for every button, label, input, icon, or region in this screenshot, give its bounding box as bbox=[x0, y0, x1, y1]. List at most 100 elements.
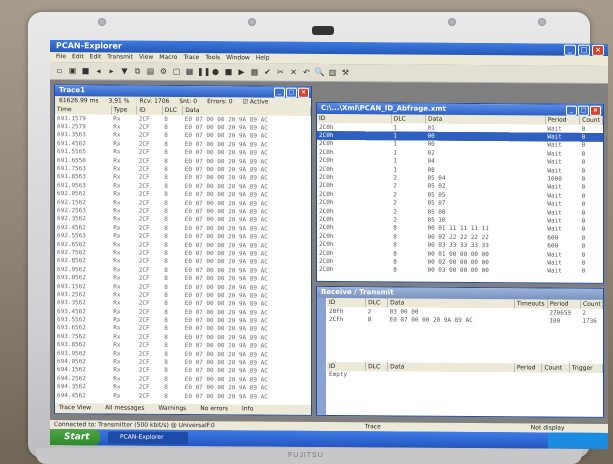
xmt-cell-count: 0 bbox=[579, 133, 603, 142]
column-header[interactable]: DLC bbox=[391, 114, 426, 124]
window-icon[interactable]: ▢ bbox=[171, 66, 182, 77]
xmt-cell-id: 2C0h bbox=[319, 241, 334, 249]
xmt-cell-id: 2C0h bbox=[319, 140, 334, 148]
menu-item[interactable]: Tools bbox=[205, 53, 220, 63]
table-row[interactable]: Empty bbox=[327, 371, 603, 381]
column-header[interactable]: Count bbox=[579, 115, 603, 125]
delete-icon[interactable]: ✕ bbox=[288, 67, 299, 78]
save-icon[interactable]: ■ bbox=[80, 65, 91, 76]
connect-icon[interactable]: ⚙ bbox=[158, 66, 169, 77]
menu-item[interactable]: Help bbox=[256, 53, 270, 63]
settings-icon[interactable]: ⚒ bbox=[340, 67, 351, 78]
xmt-cell-dlc: 2 bbox=[393, 208, 397, 216]
trace-cell-time: 692.9562 bbox=[57, 265, 86, 274]
trace-cell-time: 693.3562 bbox=[57, 299, 86, 307]
new-file-icon[interactable]: ▫ bbox=[54, 65, 65, 76]
system-tray bbox=[548, 432, 608, 449]
find-icon[interactable]: 🔍 bbox=[314, 67, 325, 78]
menu-item[interactable]: Window bbox=[226, 53, 250, 63]
xmt-cell-count: 0 bbox=[581, 200, 586, 208]
column-header[interactable]: Type bbox=[111, 105, 137, 115]
trace-tab[interactable]: All messages bbox=[105, 403, 144, 413]
column-header[interactable]: Period bbox=[547, 299, 581, 309]
menu-item[interactable]: Macro bbox=[159, 53, 177, 63]
column-header[interactable]: ID bbox=[136, 105, 163, 115]
close-icon[interactable]: × bbox=[590, 105, 601, 116]
trace-cell-id: 2CF bbox=[138, 375, 150, 383]
column-header[interactable]: Timeouts bbox=[514, 299, 548, 309]
column-header[interactable]: DLC bbox=[162, 105, 183, 115]
xmt-cell-dlc: 1 bbox=[393, 166, 397, 174]
column-header[interactable]: Count bbox=[541, 363, 570, 373]
column-header[interactable]: Period bbox=[514, 363, 542, 373]
xmt-cell-dlc: 1 bbox=[393, 140, 397, 148]
open-folder-icon[interactable]: ▣ bbox=[67, 65, 78, 76]
xmt-cell-count: 0 bbox=[581, 217, 586, 225]
menu-item[interactable]: Trace bbox=[183, 53, 199, 63]
taskbar-item-pcan[interactable]: PCAN-Explorer bbox=[108, 431, 188, 445]
xmt-cell-id: 2C0h bbox=[319, 165, 334, 173]
column-header[interactable]: Time bbox=[55, 105, 112, 115]
trace-cell-type: Rx bbox=[113, 215, 121, 223]
active-checkbox[interactable]: ☑ Active bbox=[243, 97, 269, 106]
trace-cell-dlc: 8 bbox=[164, 358, 168, 366]
menu-item[interactable]: Transmit bbox=[107, 52, 133, 62]
rx-cell-timeouts bbox=[514, 317, 547, 326]
minimize-icon[interactable]: _ bbox=[274, 87, 285, 98]
filter-icon[interactable]: ▼ bbox=[119, 66, 130, 77]
menu-item[interactable]: View bbox=[139, 53, 153, 63]
maximize-icon[interactable]: □ bbox=[578, 105, 589, 116]
chart-icon[interactable]: ▥ bbox=[327, 67, 338, 78]
trace-cell-time: 694.2562 bbox=[57, 374, 86, 383]
column-header[interactable]: ID bbox=[327, 361, 366, 372]
trace-tab[interactable]: Warnings bbox=[159, 404, 187, 414]
column-header[interactable]: DLC bbox=[365, 362, 388, 372]
trace-cell-dlc: 8 bbox=[164, 342, 168, 350]
rx-content: ID DLC Data Timeouts Period Count 2BFh 2 03 00 … bbox=[327, 297, 603, 381]
cut-icon[interactable]: ✂ bbox=[275, 67, 286, 78]
menu-item[interactable]: Edit bbox=[90, 52, 102, 62]
trace-table: Time Type ID DLC Data 691.1579 Rx 2CF 8 E0 07 00… bbox=[55, 105, 311, 401]
trace-cell-type: Rx bbox=[113, 115, 121, 123]
stop-icon[interactable]: ■ bbox=[223, 66, 234, 77]
undo-icon[interactable]: ↶ bbox=[301, 67, 312, 78]
trace-cell-type: Rx bbox=[113, 131, 121, 140]
close-icon[interactable]: × bbox=[298, 87, 309, 98]
pause-icon[interactable]: ❚❚ bbox=[197, 66, 210, 77]
xmt-cell-period: 1000 bbox=[547, 175, 562, 183]
maximize-icon[interactable]: □ bbox=[286, 87, 297, 98]
start-button[interactable]: Start bbox=[50, 429, 100, 446]
column-header[interactable]: Period bbox=[545, 115, 580, 125]
record-icon[interactable]: ● bbox=[210, 66, 221, 77]
trace-cell-id: 2CF bbox=[138, 207, 150, 215]
close-icon[interactable]: × bbox=[592, 44, 604, 56]
tx-empty-label: Empty bbox=[329, 371, 348, 379]
copy-icon[interactable]: ⧉ bbox=[132, 66, 143, 77]
column-header[interactable]: Trigger bbox=[569, 363, 603, 373]
column-header[interactable]: ID bbox=[327, 297, 366, 308]
table-row[interactable]: 694.4562 Rx 2CF 8 E0 07 00 00 20 9A 89 AC bbox=[55, 391, 311, 401]
column-header[interactable]: DLC bbox=[365, 298, 388, 308]
rx-cell-dlc: 2 bbox=[367, 307, 372, 315]
grid-icon[interactable]: ▦ bbox=[249, 66, 260, 77]
check-icon[interactable]: ✔ bbox=[262, 67, 273, 78]
menu-item[interactable]: Edit bbox=[72, 52, 84, 62]
rx-cell-id: 2CFh bbox=[329, 316, 344, 324]
minimize-icon[interactable]: _ bbox=[566, 105, 577, 116]
table-row[interactable]: 2C0h 8 00 03 00 00 00 00 Wait 0 bbox=[317, 266, 603, 276]
paste-icon[interactable]: ▤ bbox=[145, 66, 156, 77]
column-header[interactable]: Count bbox=[580, 299, 603, 309]
xmt-cell-dlc: 2 bbox=[393, 191, 397, 199]
tile-icon[interactable]: ▦ bbox=[184, 66, 195, 77]
trace-tab[interactable]: No errors bbox=[200, 404, 228, 414]
trace-cell-time: 693.8562 bbox=[57, 341, 86, 349]
back-icon[interactable]: ◂ bbox=[93, 65, 104, 76]
menu-item[interactable]: File bbox=[56, 52, 66, 62]
forward-icon[interactable]: ▸ bbox=[106, 65, 117, 76]
xmt-cell-id: 2C0h bbox=[319, 182, 334, 190]
maximize-icon[interactable]: □ bbox=[578, 44, 590, 56]
trace-tab[interactable]: Trace View bbox=[59, 403, 91, 413]
trace-tab[interactable]: Info bbox=[242, 404, 253, 414]
minimize-icon[interactable]: _ bbox=[564, 44, 576, 56]
play-icon[interactable]: ▶ bbox=[236, 66, 247, 77]
